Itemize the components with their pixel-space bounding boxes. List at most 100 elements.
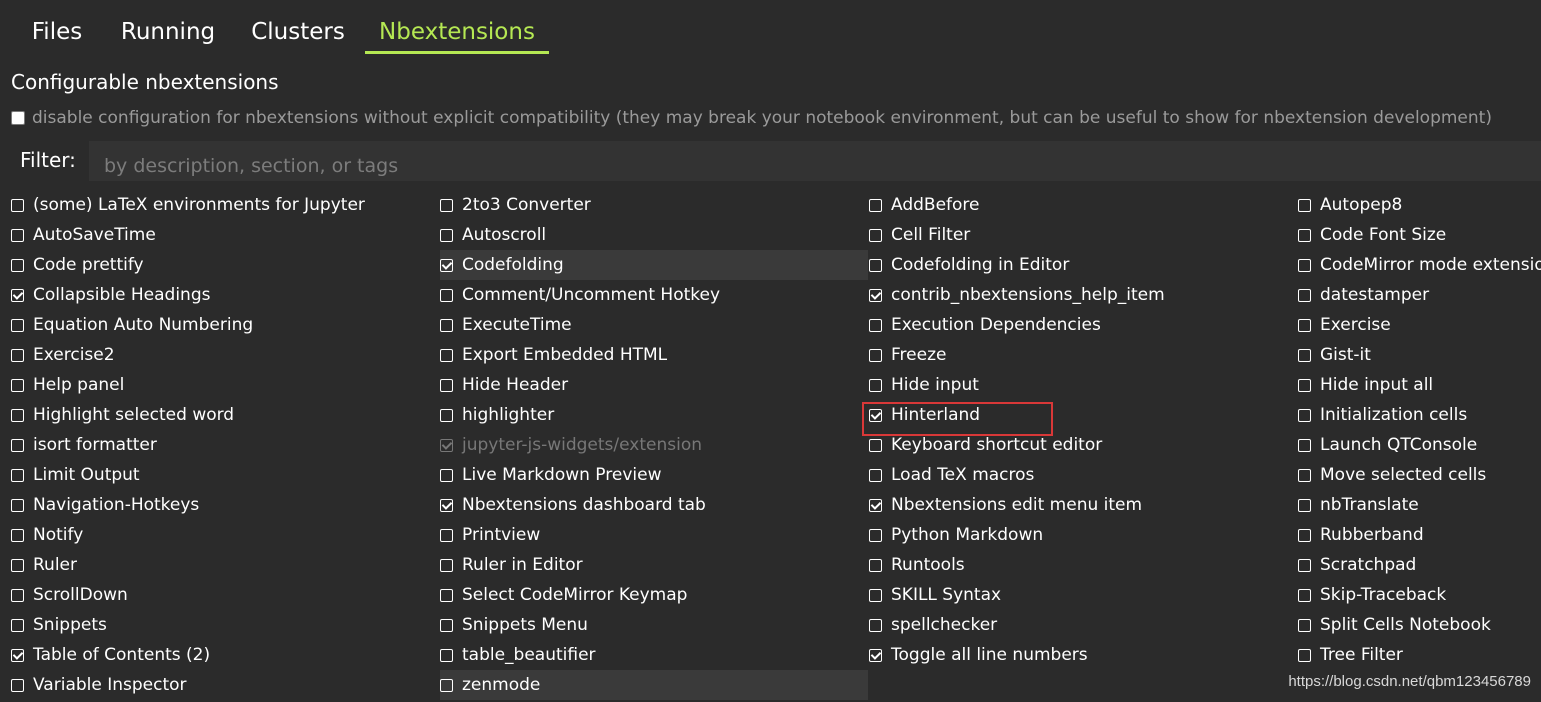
- unchecked-checkbox-icon[interactable]: [440, 559, 453, 572]
- unchecked-checkbox-icon[interactable]: [11, 679, 24, 692]
- unchecked-checkbox-icon[interactable]: [440, 649, 453, 662]
- extension-item[interactable]: Snippets: [11, 610, 431, 640]
- extension-item[interactable]: Table of Contents (2): [11, 640, 431, 670]
- unchecked-checkbox-icon[interactable]: [440, 289, 453, 302]
- unchecked-checkbox-icon[interactable]: [11, 559, 24, 572]
- extension-item[interactable]: Exercise: [1298, 310, 1541, 340]
- extension-item[interactable]: Codefolding: [440, 250, 868, 280]
- unchecked-checkbox-icon[interactable]: [869, 229, 882, 242]
- unchecked-checkbox-icon[interactable]: [440, 199, 453, 212]
- unchecked-checkbox-icon[interactable]: [440, 469, 453, 482]
- extension-item[interactable]: zenmode: [440, 670, 868, 700]
- checked-checkbox-icon[interactable]: [11, 649, 24, 662]
- unchecked-checkbox-icon[interactable]: [11, 439, 24, 452]
- unchecked-checkbox-icon[interactable]: [1298, 199, 1311, 212]
- unchecked-checkbox-icon[interactable]: [1298, 559, 1311, 572]
- compat-checkbox[interactable]: [11, 111, 25, 125]
- unchecked-checkbox-icon[interactable]: [440, 679, 453, 692]
- unchecked-checkbox-icon[interactable]: [1298, 229, 1311, 242]
- unchecked-checkbox-icon[interactable]: [440, 349, 453, 362]
- unchecked-checkbox-icon[interactable]: [1298, 529, 1311, 542]
- unchecked-checkbox-icon[interactable]: [1298, 349, 1311, 362]
- unchecked-checkbox-icon[interactable]: [1298, 499, 1311, 512]
- tab-clusters[interactable]: Clusters: [244, 0, 352, 54]
- extension-item[interactable]: datestamper: [1298, 280, 1541, 310]
- extension-item[interactable]: Nbextensions edit menu item: [869, 490, 1294, 520]
- extension-item[interactable]: contrib_nbextensions_help_item: [869, 280, 1294, 310]
- unchecked-checkbox-icon[interactable]: [1298, 319, 1311, 332]
- unchecked-checkbox-icon[interactable]: [440, 619, 453, 632]
- unchecked-checkbox-icon[interactable]: [1298, 469, 1311, 482]
- extension-item[interactable]: Variable Inspector: [11, 670, 431, 700]
- extension-item[interactable]: Collapsible Headings: [11, 280, 431, 310]
- extension-item[interactable]: isort formatter: [11, 430, 431, 460]
- extension-item[interactable]: SKILL Syntax: [869, 580, 1294, 610]
- extension-item[interactable]: Cell Filter: [869, 220, 1294, 250]
- extension-item[interactable]: AutoSaveTime: [11, 220, 431, 250]
- extension-item[interactable]: ScrollDown: [11, 580, 431, 610]
- extension-item[interactable]: Scratchpad: [1298, 550, 1541, 580]
- unchecked-checkbox-icon[interactable]: [11, 589, 24, 602]
- unchecked-checkbox-icon[interactable]: [869, 349, 882, 362]
- checked-checkbox-icon[interactable]: [11, 289, 24, 302]
- extension-item[interactable]: Freeze: [869, 340, 1294, 370]
- extension-item[interactable]: ExecuteTime: [440, 310, 868, 340]
- extension-item[interactable]: spellchecker: [869, 610, 1294, 640]
- unchecked-checkbox-icon[interactable]: [1298, 439, 1311, 452]
- unchecked-checkbox-icon[interactable]: [11, 499, 24, 512]
- unchecked-checkbox-icon[interactable]: [11, 199, 24, 212]
- checked-checkbox-icon[interactable]: [440, 499, 453, 512]
- unchecked-checkbox-icon[interactable]: [11, 259, 24, 272]
- extension-item[interactable]: Select CodeMirror Keymap: [440, 580, 868, 610]
- extension-item[interactable]: Printview: [440, 520, 868, 550]
- extension-item[interactable]: Help panel: [11, 370, 431, 400]
- unchecked-checkbox-icon[interactable]: [869, 529, 882, 542]
- unchecked-checkbox-icon[interactable]: [11, 379, 24, 392]
- unchecked-checkbox-icon[interactable]: [869, 619, 882, 632]
- extension-item[interactable]: Toggle all line numbers: [869, 640, 1294, 670]
- extension-item[interactable]: Gist-it: [1298, 340, 1541, 370]
- extension-item[interactable]: Load TeX macros: [869, 460, 1294, 490]
- unchecked-checkbox-icon[interactable]: [11, 529, 24, 542]
- extension-item[interactable]: Equation Auto Numbering: [11, 310, 431, 340]
- extension-item[interactable]: Code prettify: [11, 250, 431, 280]
- extension-item[interactable]: Ruler: [11, 550, 431, 580]
- extension-item[interactable]: Autopep8: [1298, 190, 1541, 220]
- unchecked-checkbox-icon[interactable]: [1298, 409, 1311, 422]
- unchecked-checkbox-icon[interactable]: [869, 439, 882, 452]
- extension-item[interactable]: highlighter: [440, 400, 868, 430]
- unchecked-checkbox-icon[interactable]: [1298, 619, 1311, 632]
- unchecked-checkbox-icon[interactable]: [11, 229, 24, 242]
- checked-checkbox-icon[interactable]: [869, 649, 882, 662]
- extension-item[interactable]: 2to3 Converter: [440, 190, 868, 220]
- extension-item[interactable]: Export Embedded HTML: [440, 340, 868, 370]
- unchecked-checkbox-icon[interactable]: [869, 379, 882, 392]
- extension-item[interactable]: (some) LaTeX environments for Jupyter: [11, 190, 431, 220]
- unchecked-checkbox-icon[interactable]: [1298, 379, 1311, 392]
- extension-item[interactable]: nbTranslate: [1298, 490, 1541, 520]
- unchecked-checkbox-icon[interactable]: [11, 619, 24, 632]
- unchecked-checkbox-icon[interactable]: [1298, 289, 1311, 302]
- extension-item[interactable]: Launch QTConsole: [1298, 430, 1541, 460]
- extension-item[interactable]: Highlight selected word: [11, 400, 431, 430]
- unchecked-checkbox-icon[interactable]: [869, 319, 882, 332]
- extension-item[interactable]: Hide Header: [440, 370, 868, 400]
- extension-item[interactable]: Move selected cells: [1298, 460, 1541, 490]
- extension-item[interactable]: Initialization cells: [1298, 400, 1541, 430]
- tab-running[interactable]: Running: [112, 0, 224, 54]
- checked-checkbox-icon[interactable]: [869, 499, 882, 512]
- filter-input[interactable]: [89, 141, 1541, 181]
- checked-checkbox-icon[interactable]: [869, 289, 882, 302]
- unchecked-checkbox-icon[interactable]: [869, 559, 882, 572]
- extension-item[interactable]: Hide input all: [1298, 370, 1541, 400]
- unchecked-checkbox-icon[interactable]: [440, 409, 453, 422]
- unchecked-checkbox-icon[interactable]: [1298, 589, 1311, 602]
- extension-item[interactable]: AddBefore: [869, 190, 1294, 220]
- extension-item[interactable]: Limit Output: [11, 460, 431, 490]
- unchecked-checkbox-icon[interactable]: [869, 589, 882, 602]
- extension-item[interactable]: Python Markdown: [869, 520, 1294, 550]
- unchecked-checkbox-icon[interactable]: [440, 319, 453, 332]
- extension-item[interactable]: Hide input: [869, 370, 1294, 400]
- extension-item[interactable]: Autoscroll: [440, 220, 868, 250]
- extension-item[interactable]: CodeMirror mode extensions: [1298, 250, 1541, 280]
